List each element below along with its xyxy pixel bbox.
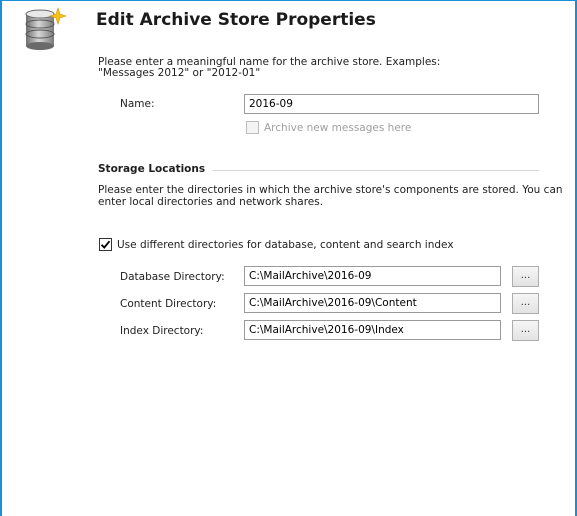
index-directory-label: Index Directory: [120,325,204,337]
section-divider [212,170,539,171]
storage-locations-header: Storage Locations [98,163,206,175]
name-input[interactable]: 2016-09 [244,94,539,114]
dialog-title: Edit Archive Store Properties [96,10,376,30]
checkmark-icon [100,240,111,249]
index-directory-input[interactable]: C:\MailArchive\2016-09\Index [244,320,501,340]
storage-desc-line1: Please enter the directories in which th… [98,184,563,196]
intro-text-line2: "Messages 2012" or "2012-01" [98,67,261,79]
archive-new-messages-checkbox[interactable] [246,121,259,134]
content-directory-input[interactable]: C:\MailArchive\2016-09\Content [244,293,501,313]
database-directory-label: Database Directory: [120,271,225,283]
use-different-directories-label: Use different directories for database, … [117,239,454,251]
storage-desc-line2: enter local directories and network shar… [98,196,324,208]
index-browse-button[interactable]: ... [512,320,539,341]
database-directory-input[interactable]: C:\MailArchive\2016-09 [244,266,501,286]
database-browse-button[interactable]: ... [512,266,539,287]
database-sparkle-icon [20,4,68,52]
window-left-border [0,0,2,516]
content-directory-label: Content Directory: [120,298,217,310]
name-label: Name: [120,98,155,110]
archive-new-messages-label: Archive new messages here [264,122,412,134]
content-browse-button[interactable]: ... [512,293,539,314]
use-different-directories-checkbox[interactable] [99,238,112,251]
window-top-border [0,0,577,1]
